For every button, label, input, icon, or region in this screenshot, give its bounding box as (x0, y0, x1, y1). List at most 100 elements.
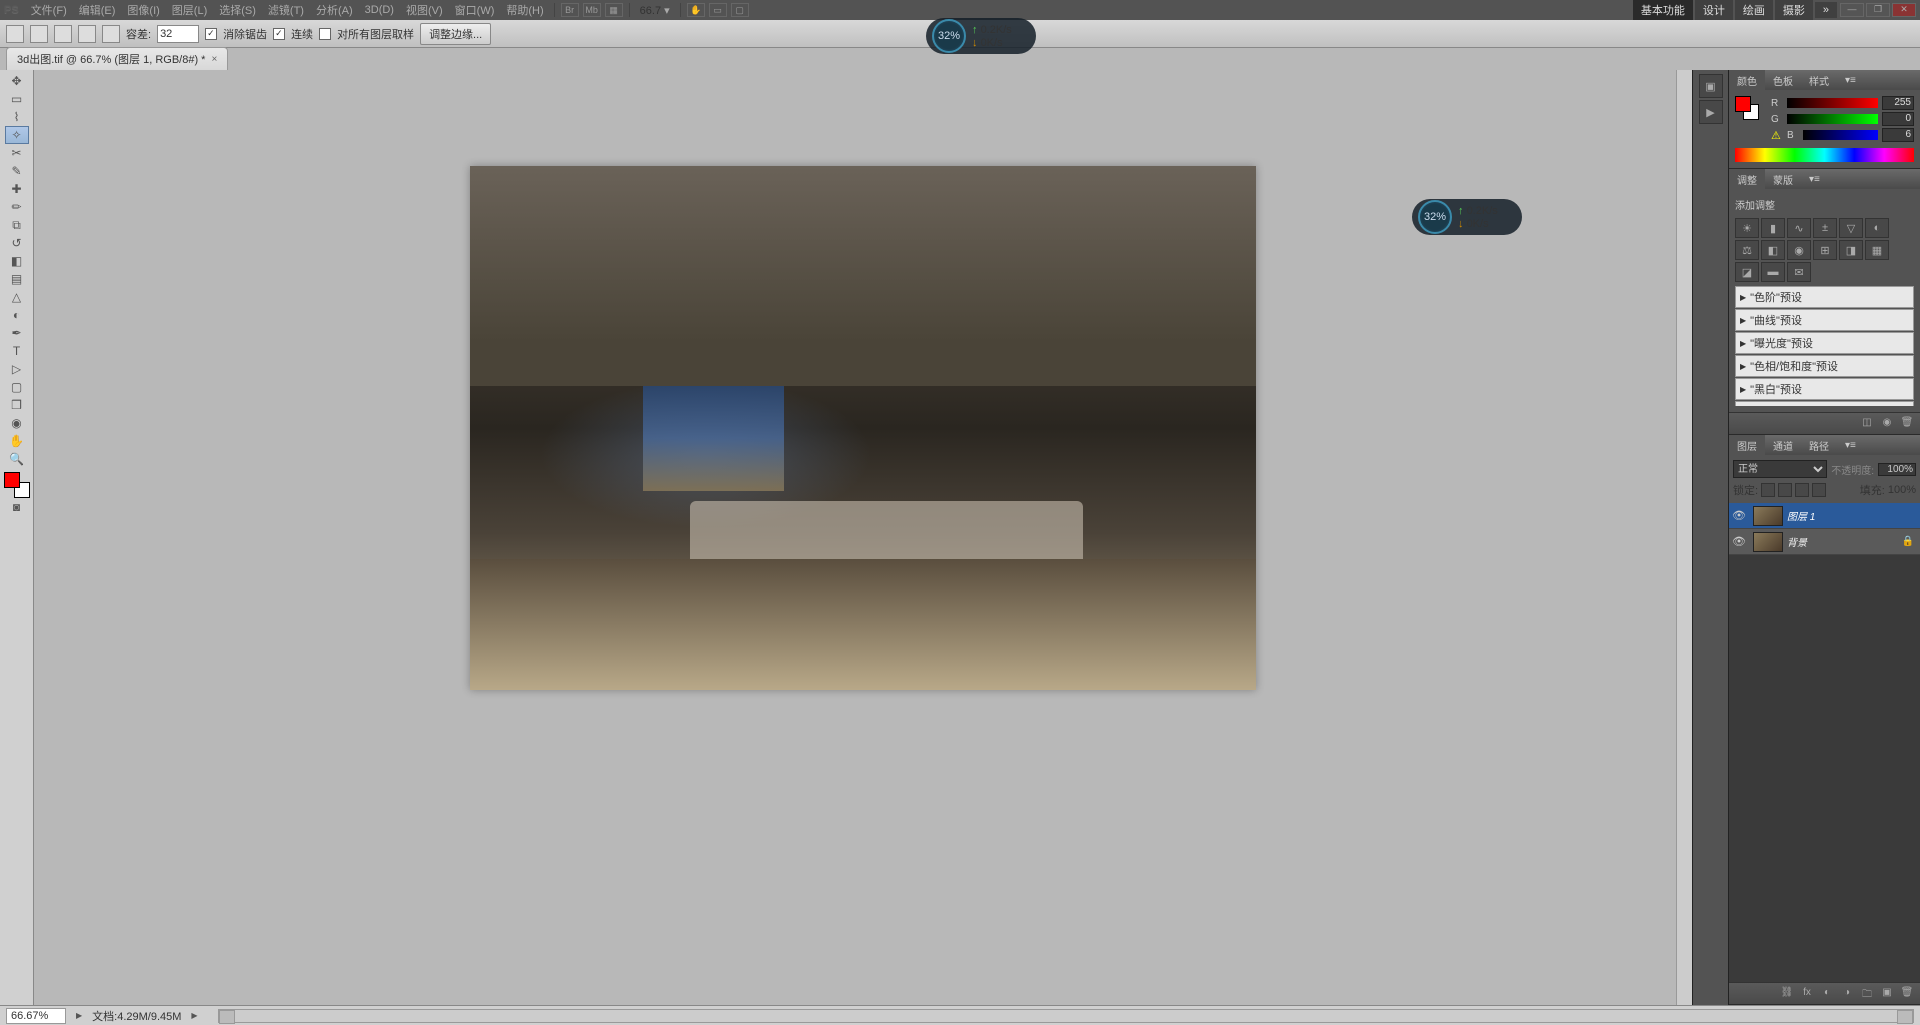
threshold-icon[interactable]: ◪ (1735, 262, 1759, 282)
tolerance-input[interactable] (157, 25, 199, 43)
b-slider[interactable] (1803, 130, 1878, 140)
refine-edge-button[interactable]: 调整边缘... (420, 23, 491, 45)
color-spectrum[interactable] (1735, 148, 1914, 162)
dodge-tool[interactable]: ◐ (5, 306, 29, 324)
layers-empty-area[interactable] (1729, 555, 1920, 982)
zoom-percent-input[interactable]: 66.67% (6, 1008, 66, 1024)
window-close-icon[interactable]: ✕ (1892, 3, 1916, 17)
menu-3d[interactable]: 3D(D) (359, 4, 400, 16)
hue-icon[interactable]: ◐ (1865, 218, 1889, 238)
magic-wand-tool[interactable]: ✧ (5, 126, 29, 144)
layer-thumbnail[interactable] (1753, 532, 1783, 552)
posterize-icon[interactable]: ▦ (1865, 240, 1889, 260)
horizontal-scrollbar[interactable] (218, 1009, 1914, 1023)
gamut-warning-icon[interactable]: ⚠ (1771, 129, 1783, 142)
history-brush-tool[interactable]: ↺ (5, 234, 29, 252)
layers-panel-menu-icon[interactable]: ▾≡ (1837, 437, 1864, 454)
preset-item[interactable]: ▶"通道混和器"预设 (1735, 401, 1914, 406)
adjustment-layer-icon[interactable]: ◑ (1838, 987, 1856, 1001)
gradientmap-icon[interactable]: ▬ (1761, 262, 1785, 282)
curves-icon[interactable]: ∿ (1787, 218, 1811, 238)
document-tab[interactable]: 3d出图.tif @ 66.7% (图层 1, RGB/8#) * × (6, 47, 228, 70)
bw-icon[interactable]: ◧ (1761, 240, 1785, 260)
contiguous-checkbox[interactable] (273, 28, 285, 40)
menu-view[interactable]: 视图(V) (400, 2, 449, 18)
exposure-icon[interactable]: ± (1813, 218, 1837, 238)
preset-item[interactable]: ▶"曲线"预设 (1735, 309, 1914, 331)
layer-visibility-icon[interactable]: 👁 (1729, 509, 1749, 522)
layer-row[interactable]: 👁 图层 1 (1729, 503, 1920, 529)
workspace-design[interactable]: 设计 (1695, 0, 1733, 20)
selection-mode-intersect-icon[interactable] (102, 25, 120, 43)
layer-row[interactable]: 👁 背景 🔒 (1729, 529, 1920, 555)
menu-edit[interactable]: 编辑(E) (73, 2, 122, 18)
preset-item[interactable]: ▶"曝光度"预设 (1735, 332, 1914, 354)
layer-group-icon[interactable]: 🗀 (1858, 987, 1876, 1001)
move-tool[interactable]: ✥ (5, 72, 29, 90)
lock-all-icon[interactable] (1812, 483, 1826, 497)
preset-item[interactable]: ▶"色阶"预设 (1735, 286, 1914, 308)
3d-tool[interactable]: ❒ (5, 396, 29, 414)
pen-tool[interactable]: ✒ (5, 324, 29, 342)
layer-name[interactable]: 图层 1 (1787, 508, 1815, 523)
hand-shortcut-icon[interactable]: ✋ (687, 3, 705, 17)
selection-mode-subtract-icon[interactable] (78, 25, 96, 43)
menu-layer[interactable]: 图层(L) (166, 2, 213, 18)
minibridge-icon[interactable]: Mb (583, 3, 601, 17)
document-canvas[interactable] (470, 166, 1256, 690)
bridge-icon[interactable]: Br (561, 3, 579, 17)
color-preview-swatch[interactable] (1735, 96, 1759, 120)
selection-mode-new-icon[interactable] (30, 25, 48, 43)
eraser-tool[interactable]: ◧ (5, 252, 29, 270)
delete-layer-icon[interactable]: 🗑 (1898, 987, 1916, 1001)
layer-name[interactable]: 背景 (1787, 534, 1807, 549)
fill-value[interactable]: 100% (1888, 484, 1916, 496)
invert-icon[interactable]: ◨ (1839, 240, 1863, 260)
colorbalance-icon[interactable]: ⚖ (1735, 240, 1759, 260)
selective-icon[interactable]: ✉ (1787, 262, 1811, 282)
shape-tool[interactable]: ▢ (5, 378, 29, 396)
tab-layers[interactable]: 图层 (1729, 435, 1765, 456)
b-value[interactable]: 6 (1882, 128, 1914, 142)
adjust-panel-menu-icon[interactable]: ▾≡ (1801, 171, 1828, 188)
arrange-icon[interactable]: ▭ (709, 3, 727, 17)
zoom-level-display[interactable]: 66.7 ▾ (634, 4, 676, 17)
layer-thumbnail[interactable] (1753, 506, 1783, 526)
workspace-painting[interactable]: 绘画 (1735, 0, 1773, 20)
menu-analysis[interactable]: 分析(A) (310, 2, 359, 18)
link-layers-icon[interactable]: ⛓ (1778, 987, 1796, 1001)
vibrance-icon[interactable]: ▽ (1839, 218, 1863, 238)
lock-position-icon[interactable] (1795, 483, 1809, 497)
photofilter-icon[interactable]: ◉ (1787, 240, 1811, 260)
3d-camera-tool[interactable]: ◉ (5, 414, 29, 432)
layer-lock-icon[interactable]: 🔒 (1902, 536, 1914, 547)
color-swatch[interactable] (4, 472, 30, 498)
new-layer-icon[interactable]: ▣ (1878, 987, 1896, 1001)
eyedropper-tool[interactable]: ✎ (5, 162, 29, 180)
menu-window[interactable]: 窗口(W) (449, 2, 501, 18)
foreground-color-icon[interactable] (4, 472, 20, 488)
antialias-checkbox[interactable] (205, 28, 217, 40)
window-minimize-icon[interactable]: — (1840, 3, 1864, 17)
type-tool[interactable]: T (5, 342, 29, 360)
tab-masks[interactable]: 蒙版 (1765, 169, 1801, 190)
gradient-tool[interactable]: ▤ (5, 270, 29, 288)
menu-image[interactable]: 图像(I) (121, 2, 165, 18)
menu-select[interactable]: 选择(S) (213, 2, 262, 18)
adjust-clip-icon[interactable]: ◉ (1878, 417, 1896, 431)
tab-swatches[interactable]: 色板 (1765, 70, 1801, 91)
g-slider[interactable] (1787, 114, 1878, 124)
history-panel-icon[interactable]: ▣ (1699, 74, 1723, 98)
tab-channels[interactable]: 通道 (1765, 435, 1801, 456)
status-info-menu-icon[interactable]: ▶ (191, 1011, 197, 1020)
channelmixer-icon[interactable]: ⊞ (1813, 240, 1837, 260)
viewextras-icon[interactable]: ▦ (605, 3, 623, 17)
levels-icon[interactable]: ▮ (1761, 218, 1785, 238)
path-select-tool[interactable]: ▷ (5, 360, 29, 378)
r-value[interactable]: 255 (1882, 96, 1914, 110)
lock-transparent-icon[interactable] (1761, 483, 1775, 497)
zoom-tool[interactable]: 🔍 (5, 450, 29, 468)
tab-adjustments[interactable]: 调整 (1729, 169, 1765, 190)
quickmask-tool[interactable]: ◙ (5, 498, 29, 516)
g-value[interactable]: 0 (1882, 112, 1914, 126)
